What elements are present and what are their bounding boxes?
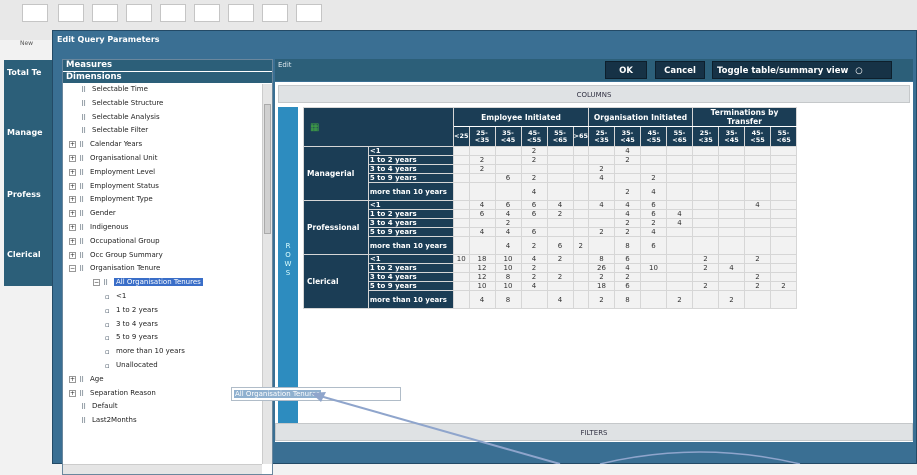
arrow-curve <box>599 451 801 464</box>
arrow-shaft <box>319 395 561 464</box>
annotation-arrow <box>311 392 801 464</box>
tree-horizontal-scrollbar[interactable] <box>63 464 262 474</box>
